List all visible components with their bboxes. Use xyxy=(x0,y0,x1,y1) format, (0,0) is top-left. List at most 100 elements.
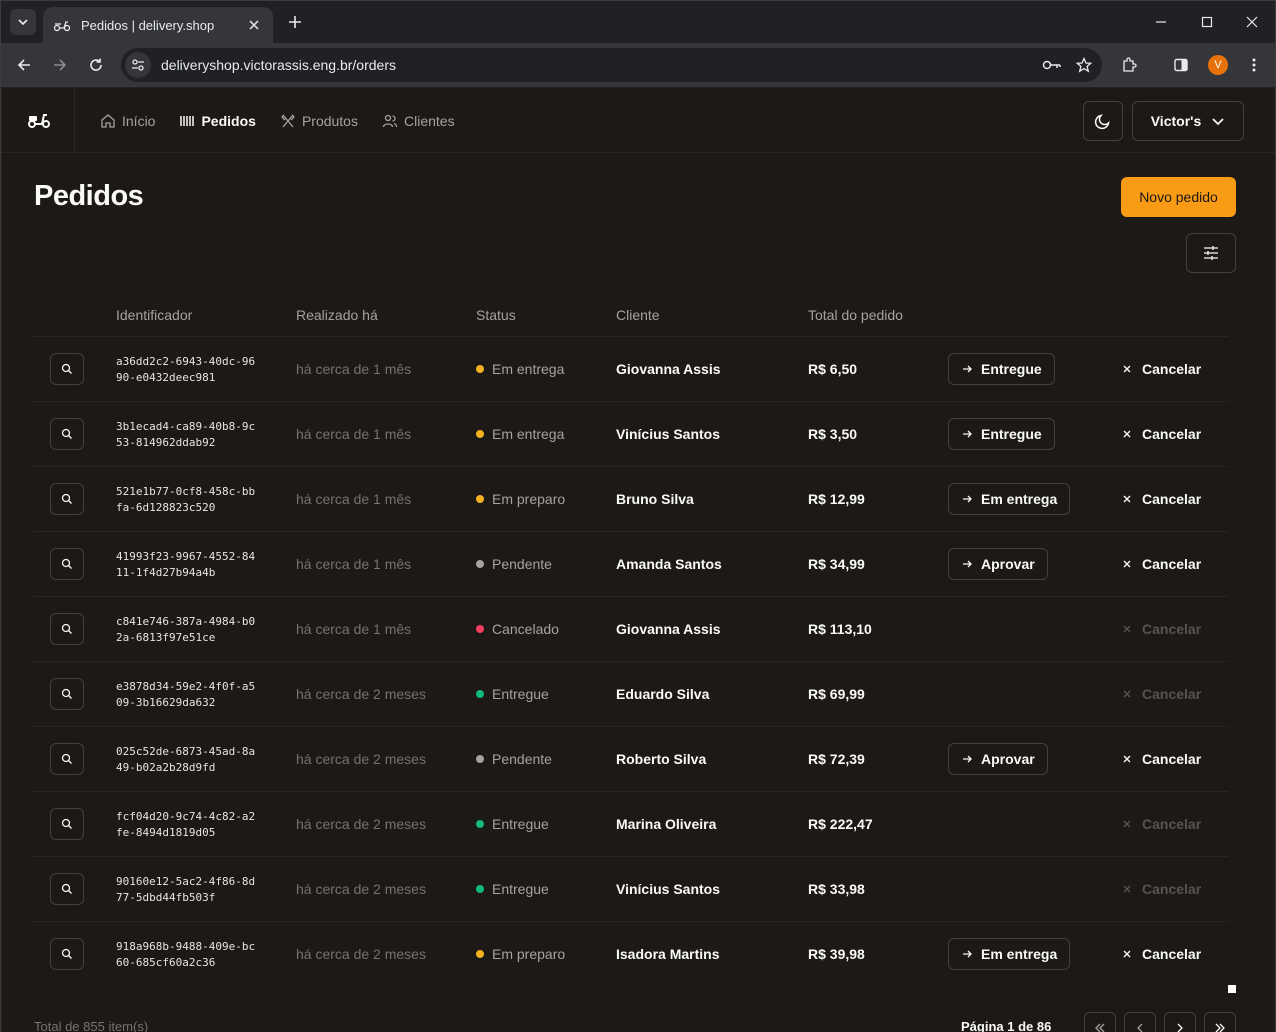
first-page-button[interactable] xyxy=(1084,1012,1116,1032)
status-label: Em entrega xyxy=(492,426,565,442)
order-details-button[interactable] xyxy=(50,483,84,515)
cancel-order-button: Cancelar xyxy=(1122,816,1201,832)
order-details-button[interactable] xyxy=(50,938,84,970)
order-status: Em entrega xyxy=(476,426,564,442)
order-details-button[interactable] xyxy=(50,548,84,580)
advance-status-button[interactable]: Entregue xyxy=(948,418,1055,450)
status-label: Em entrega xyxy=(492,361,565,377)
cancel-order-button[interactable]: Cancelar xyxy=(1122,556,1201,572)
cancel-order-button: Cancelar xyxy=(1122,686,1201,702)
tab-search-button[interactable] xyxy=(10,9,36,35)
order-status: Entregue xyxy=(476,686,549,702)
column-header: Total do pedido xyxy=(808,307,903,323)
previous-page-button[interactable] xyxy=(1124,1012,1156,1032)
next-page-button[interactable] xyxy=(1164,1012,1196,1032)
app-root: Início Pedidos Produtos Clientes Victor'… xyxy=(2,88,1275,1032)
table-row: 025c52de-6873-45ad-8a49-b02a2b28d9fd há … xyxy=(34,727,1229,792)
arrow-left-icon xyxy=(17,59,30,71)
order-status: Entregue xyxy=(476,881,549,897)
page-title: Pedidos xyxy=(34,180,144,212)
advance-status-button[interactable]: Aprovar xyxy=(948,743,1048,775)
close-tab-icon[interactable] xyxy=(245,16,263,34)
cancel-order-button[interactable]: Cancelar xyxy=(1122,946,1201,962)
orders-table: Identificador Realizado há Status Client… xyxy=(34,293,1229,987)
new-order-button[interactable]: Novo pedido xyxy=(1121,177,1236,217)
nav-item-label: Clientes xyxy=(403,112,455,129)
nav-item-inicio[interactable]: Início xyxy=(100,113,155,129)
forward-button[interactable] xyxy=(46,51,74,79)
nav-item-label: Início xyxy=(122,112,156,129)
close-icon xyxy=(1246,16,1258,28)
advance-status-button[interactable]: Em entrega xyxy=(948,938,1071,970)
table-row: 41993f23-9967-4552-8411-1f4d27b94a4b há … xyxy=(34,532,1229,597)
nav-item-label: Pedidos xyxy=(201,112,256,129)
advance-status-button[interactable]: Aprovar xyxy=(948,548,1048,580)
theme-toggle-button[interactable] xyxy=(1083,101,1123,141)
filters-button[interactable] xyxy=(1186,233,1236,273)
cancel-label: Cancelar xyxy=(1142,361,1202,377)
order-details-button[interactable] xyxy=(50,808,84,840)
new-tab-button[interactable] xyxy=(284,11,306,33)
x-icon xyxy=(1123,690,1131,698)
browser-tab[interactable]: Pedidos | delivery.shop xyxy=(43,7,273,43)
scooter-logo-icon[interactable] xyxy=(27,110,51,130)
total-items-text: Total de 855 item(s) xyxy=(34,1019,149,1032)
search-icon xyxy=(61,558,72,569)
cancel-order-button[interactable]: Cancelar xyxy=(1122,426,1201,442)
header-separator xyxy=(74,88,75,153)
last-page-button[interactable] xyxy=(1204,1012,1236,1032)
table-body: a36dd2c2-6943-40dc-9690-e0432deec981 há … xyxy=(34,337,1229,987)
status-label: Cancelado xyxy=(492,621,559,637)
address-bar[interactable]: deliveryshop.victorassis.eng.br/orders xyxy=(121,48,1102,82)
cancel-order-button[interactable]: Cancelar xyxy=(1122,751,1201,767)
reload-button[interactable] xyxy=(82,51,110,79)
order-details-button[interactable] xyxy=(50,353,84,385)
order-details-button[interactable] xyxy=(50,418,84,450)
moon-icon xyxy=(1094,114,1110,130)
x-icon xyxy=(1123,885,1131,893)
order-time-ago: há cerca de 2 meses xyxy=(296,816,426,832)
order-details-button[interactable] xyxy=(50,613,84,645)
status-dot xyxy=(476,885,484,893)
order-details-button[interactable] xyxy=(50,743,84,775)
order-status: Em entrega xyxy=(476,361,564,377)
account-menu-button[interactable]: Victor's xyxy=(1132,101,1244,141)
advance-status-button[interactable]: Entregue xyxy=(948,353,1055,385)
order-time-ago: há cerca de 1 mês xyxy=(296,491,412,507)
bookmark-star-icon[interactable] xyxy=(1070,51,1098,79)
search-icon xyxy=(61,948,72,959)
browser-menu-button[interactable] xyxy=(1240,51,1268,79)
cancel-label: Cancelar xyxy=(1142,946,1202,962)
extensions-button[interactable] xyxy=(1115,51,1143,79)
table-row: a36dd2c2-6943-40dc-9690-e0432deec981 há … xyxy=(34,337,1229,402)
nav-item-clientes[interactable]: Clientes xyxy=(382,113,455,129)
advance-status-button[interactable]: Em entrega xyxy=(948,483,1071,515)
order-total: R$ 113,10 xyxy=(808,621,872,637)
side-panel-button[interactable] xyxy=(1167,51,1195,79)
close-window-button[interactable] xyxy=(1238,9,1266,35)
order-client: Giovanna Assis xyxy=(616,361,721,377)
status-dot xyxy=(476,560,484,568)
search-icon xyxy=(61,688,72,699)
back-button[interactable] xyxy=(10,51,38,79)
cancel-order-button[interactable]: Cancelar xyxy=(1122,491,1201,507)
nav-item-produtos[interactable]: Produtos xyxy=(280,113,358,129)
password-key-icon[interactable] xyxy=(1038,51,1066,79)
site-info-icon[interactable] xyxy=(125,52,151,78)
minimize-button[interactable] xyxy=(1147,9,1175,35)
search-icon xyxy=(61,623,72,634)
reload-icon xyxy=(90,58,102,71)
maximize-button[interactable] xyxy=(1193,9,1221,35)
column-header: Cliente xyxy=(616,307,660,323)
order-details-button[interactable] xyxy=(50,678,84,710)
status-dot xyxy=(476,820,484,828)
cancel-order-button[interactable]: Cancelar xyxy=(1122,361,1201,377)
profile-avatar[interactable]: V xyxy=(1208,55,1228,75)
search-icon xyxy=(61,493,72,504)
order-details-button[interactable] xyxy=(50,873,84,905)
chevron-down-icon xyxy=(18,19,28,26)
nav-item-pedidos[interactable]: Pedidos xyxy=(179,112,256,129)
column-header: Realizado há xyxy=(296,307,378,323)
table-row: fcf04d20-9c74-4c82-a2fe-8494d1819d05 há … xyxy=(34,792,1229,857)
more-vertical-icon xyxy=(1252,58,1256,72)
